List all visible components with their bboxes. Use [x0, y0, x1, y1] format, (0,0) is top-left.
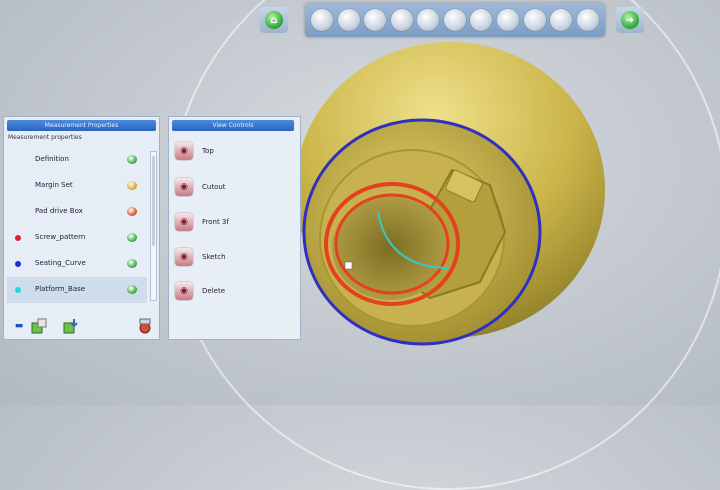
view-panel-title: View Controls — [172, 120, 294, 131]
view-label: Cutout — [202, 183, 226, 191]
layer-label: Definition — [35, 155, 69, 163]
layer-label: Margin Set — [35, 181, 73, 189]
view-camera-icon: ◉ — [175, 178, 193, 196]
visibility-eye-icon[interactable] — [127, 207, 137, 216]
fit-icon[interactable] — [496, 9, 519, 31]
view-item[interactable]: ◉ Delete — [175, 279, 225, 303]
view-camera-icon: ◉ — [175, 142, 193, 160]
add-layer-button[interactable] — [30, 317, 48, 335]
view-camera-icon: ◉ — [175, 248, 193, 266]
scroll-thumb[interactable] — [152, 156, 155, 246]
view-item[interactable]: ◉ Top — [175, 139, 214, 163]
shade-icon[interactable] — [337, 9, 360, 31]
view-item[interactable]: ◉ Cutout — [175, 175, 226, 199]
section-icon[interactable] — [523, 9, 546, 31]
layer-item[interactable]: Pad drive Box — [7, 199, 147, 225]
layer-item[interactable]: Screw_pattern — [7, 225, 147, 251]
layer-add-icon — [31, 318, 47, 334]
layer-item[interactable]: Seating_Curve — [7, 251, 147, 277]
arrow-right-icon: ➜ — [621, 11, 639, 29]
panel-title: Measurement Properties — [7, 120, 156, 131]
minus-icon[interactable]: ▬ — [10, 317, 28, 335]
layer-label: Pad drive Box — [35, 207, 83, 215]
view-label: Top — [202, 147, 214, 155]
view-item[interactable]: ◉ Sketch — [175, 245, 226, 269]
panel-toolbar: ▬ — [10, 313, 158, 335]
visibility-eye-icon[interactable] — [127, 155, 137, 164]
visibility-eye-icon[interactable] — [127, 259, 137, 268]
cad-part-viewport[interactable] — [300, 0, 720, 405]
measure-icon[interactable] — [550, 9, 573, 31]
panel-subtitle: Measurement properties — [8, 134, 82, 141]
home-button[interactable]: ⌂ — [260, 7, 288, 33]
render-icon[interactable] — [311, 9, 334, 31]
color-marker-icon — [15, 287, 21, 293]
layer-list: Definition Margin Set Pad drive Box Screw_p… — [7, 147, 147, 303]
forward-button[interactable]: ➜ — [616, 7, 644, 33]
phone-icon[interactable] — [364, 9, 387, 31]
view-camera-icon: ◉ — [175, 213, 193, 231]
layer-label: Screw_pattern — [35, 233, 86, 241]
color-marker-icon — [15, 235, 21, 241]
view-label: Delete — [202, 287, 225, 295]
view-camera-icon: ◉ — [175, 282, 193, 300]
point-icon[interactable] — [417, 9, 440, 31]
pan-icon[interactable] — [390, 9, 413, 31]
layer-item[interactable]: Definition — [7, 147, 147, 173]
view-label: Front 3f — [202, 218, 229, 226]
view-item[interactable]: ◉ Front 3f — [175, 210, 229, 234]
layer-item[interactable]: Platform_Base — [7, 277, 147, 303]
measurement-panel: Measurement Properties Measurement prope… — [3, 116, 160, 340]
import-button[interactable] — [62, 317, 80, 335]
visibility-eye-icon[interactable] — [127, 233, 137, 242]
scrollbar[interactable] — [150, 151, 157, 301]
import-icon — [63, 319, 78, 334]
rotate-icon[interactable] — [443, 9, 466, 31]
view-panel: View Controls ◉ Top ◉ Cutout ◉ Front 3f ◉ Sketc… — [168, 116, 301, 340]
view-label: Sketch — [202, 253, 226, 261]
wrench-icon — [139, 318, 151, 334]
layer-label: Platform_Base — [35, 285, 86, 293]
visibility-eye-icon[interactable] — [127, 285, 137, 294]
layer-item[interactable]: Margin Set — [7, 173, 147, 199]
zoom-icon[interactable] — [470, 9, 493, 31]
tools-button[interactable] — [136, 317, 154, 335]
visibility-eye-icon[interactable] — [127, 181, 137, 190]
top-toolbar — [305, 3, 605, 37]
home-icon: ⌂ — [265, 11, 283, 29]
layer-label: Seating_Curve — [35, 259, 86, 267]
markup-icon[interactable] — [576, 9, 599, 31]
color-marker-icon — [15, 261, 21, 267]
